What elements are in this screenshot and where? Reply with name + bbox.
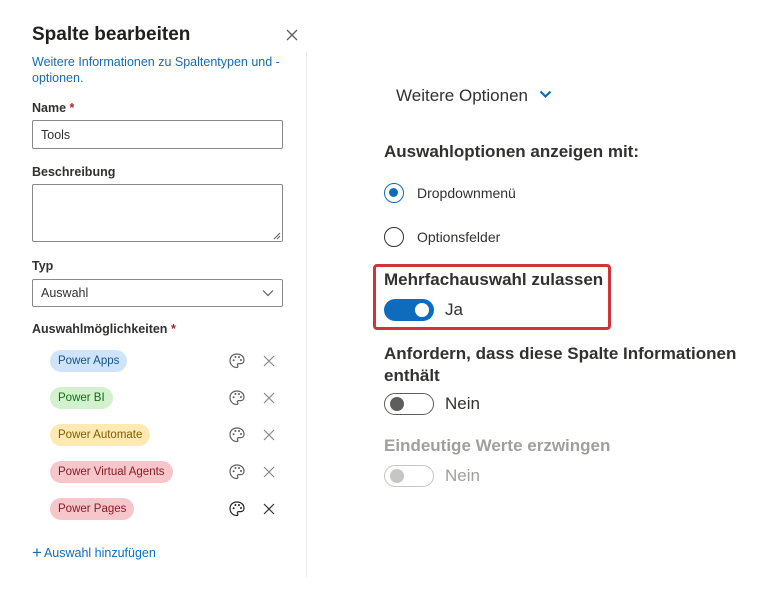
required-marker: * bbox=[69, 101, 75, 115]
remove-icon[interactable] bbox=[262, 391, 276, 405]
choice-pill[interactable]: Power Automate bbox=[50, 424, 151, 446]
add-icon: + bbox=[32, 543, 42, 562]
choice-row: Power Automate bbox=[50, 424, 280, 446]
choice-pill[interactable]: Power BI bbox=[50, 387, 113, 409]
require-info-value: Nein bbox=[445, 394, 480, 413]
palette-icon[interactable] bbox=[228, 389, 246, 407]
choice-pill[interactable]: Power Apps bbox=[50, 350, 128, 372]
add-choice-button[interactable]: + Auswahl hinzufügen bbox=[32, 543, 156, 563]
description-label: Beschreibung bbox=[32, 165, 116, 179]
choice-pill[interactable]: Power Pages bbox=[50, 498, 135, 520]
unique-values-toggle bbox=[384, 465, 434, 487]
radio-circle-checked[interactable] bbox=[384, 183, 404, 203]
multi-select-value: Ja bbox=[445, 300, 463, 319]
choice-row: Power Virtual Agents bbox=[50, 461, 280, 483]
close-icon bbox=[286, 29, 298, 41]
choice-row: Power Pages bbox=[50, 498, 280, 520]
radio-circle[interactable] bbox=[384, 227, 404, 247]
type-dropdown[interactable]: Auswahl bbox=[32, 279, 283, 307]
choices-label: Auswahlmöglichkeiten * bbox=[32, 322, 176, 336]
require-info-title: Anfordern, dass diese Spalte Information… bbox=[384, 344, 737, 385]
name-input[interactable] bbox=[32, 120, 283, 149]
radio-dropdown-label: Dropdownmenü bbox=[417, 185, 516, 201]
choice-pill[interactable]: Power Virtual Agents bbox=[50, 461, 173, 483]
remove-icon[interactable] bbox=[262, 502, 276, 516]
remove-icon[interactable] bbox=[262, 465, 276, 479]
type-dropdown-value: Auswahl bbox=[41, 286, 89, 300]
resize-grip-icon[interactable] bbox=[273, 232, 281, 240]
required-marker: * bbox=[170, 322, 176, 336]
require-info-toggle[interactable] bbox=[384, 393, 434, 415]
unique-values-title: Eindeutige Werte erzwingen bbox=[384, 436, 611, 455]
palette-icon[interactable] bbox=[228, 500, 246, 518]
more-options-label: Weitere Optionen bbox=[396, 86, 528, 105]
radio-options-label: Optionsfelder bbox=[417, 229, 501, 245]
type-label: Typ bbox=[32, 259, 54, 273]
panel-divider bbox=[306, 52, 307, 577]
choice-row: Power BI bbox=[50, 387, 280, 409]
palette-icon[interactable] bbox=[228, 426, 246, 444]
multi-select-title: Mehrfachauswahl zulassen bbox=[384, 270, 604, 289]
multi-select-toggle[interactable] bbox=[384, 299, 434, 321]
unique-values-value: Nein bbox=[445, 466, 480, 485]
column-types-info-link[interactable]: Weitere Informationen zu Spaltentypen un… bbox=[32, 54, 290, 86]
more-options-toggle[interactable]: Weitere Optionen bbox=[396, 86, 552, 106]
panel-title: Spalte bearbeiten bbox=[32, 24, 191, 45]
name-label-text: Name bbox=[32, 101, 67, 115]
remove-icon[interactable] bbox=[262, 428, 276, 442]
chevron-down-icon bbox=[539, 90, 551, 99]
add-choice-label: Auswahl hinzufügen bbox=[43, 546, 156, 560]
chevron-down-icon bbox=[262, 290, 274, 297]
edit-column-panel: Spalte bearbeiten Weitere Informationen … bbox=[0, 0, 306, 589]
description-textarea[interactable] bbox=[32, 184, 283, 242]
close-button[interactable] bbox=[282, 25, 302, 45]
choice-row: Power Apps bbox=[50, 350, 280, 372]
name-label: Name * bbox=[32, 101, 74, 115]
remove-icon[interactable] bbox=[262, 354, 276, 368]
palette-icon[interactable] bbox=[228, 352, 246, 370]
palette-icon[interactable] bbox=[228, 463, 246, 481]
display-choices-title: Auswahloptionen anzeigen mit: bbox=[384, 142, 640, 161]
choices-label-text: Auswahlmöglichkeiten bbox=[32, 322, 168, 336]
